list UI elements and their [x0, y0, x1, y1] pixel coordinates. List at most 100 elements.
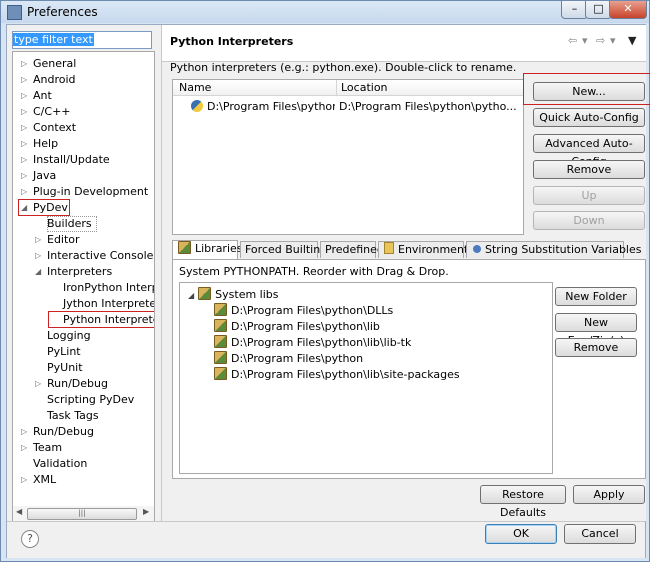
maximize-icon[interactable]: □ [585, 1, 612, 19]
tab-string-substitution[interactable]: String Substitution Variables [466, 241, 641, 258]
expand-icon[interactable]: ▷ [21, 56, 27, 72]
pydev-highlight [18, 199, 70, 216]
library-path-item[interactable]: D:\Program Files\python [214, 351, 363, 367]
tree-item-label: Android [33, 73, 76, 86]
expand-icon[interactable]: ▷ [35, 248, 41, 264]
expand-icon[interactable]: ▷ [21, 440, 27, 456]
forward-icon[interactable]: ⇨ [596, 34, 605, 47]
library-path-label: D:\Program Files\python\DLLs [231, 304, 394, 317]
jar-icon [214, 335, 227, 348]
app-icon [7, 5, 22, 20]
expand-icon[interactable]: ▷ [21, 120, 27, 136]
dialog-footer: ? OK Cancel [7, 521, 645, 558]
new-egg-zip-button[interactable]: New Egg/Zip(s) [555, 313, 637, 347]
tree-item-label: PyLint [47, 345, 81, 358]
tree-item-label: XML [33, 473, 57, 486]
window-title: Preferences [27, 5, 98, 19]
python-interpreter-highlight [48, 311, 154, 328]
up-button[interactable]: Up [533, 186, 645, 205]
expand-icon[interactable]: ▷ [21, 72, 27, 88]
tree-item-label: Interpreters [47, 265, 113, 278]
remove-library-button[interactable]: Remove [555, 338, 637, 357]
expand-icon[interactable]: ▷ [21, 88, 27, 104]
expand-icon[interactable]: ▷ [21, 168, 27, 184]
selected-item-focus [47, 216, 97, 232]
tab-predefined[interactable]: Predefined [320, 241, 384, 258]
filter-input-text: type filter text [13, 33, 94, 46]
library-path-label: D:\Program Files\python\lib\site-package… [231, 368, 460, 381]
expand-icon[interactable]: ▷ [35, 376, 41, 392]
tab-environment[interactable]: Environment [378, 241, 468, 258]
libraries-icon [178, 241, 191, 254]
menu-icon[interactable]: ▼ [628, 34, 636, 47]
jar-icon [214, 319, 227, 332]
expand-icon[interactable]: ▷ [21, 184, 27, 200]
tree-item-label: Context [33, 121, 77, 134]
tree-item-label: Scripting PyDev [47, 393, 135, 406]
tree-horizontal-scrollbar[interactable]: ◀ ||| ▶ [12, 506, 155, 522]
tree-item-label: Interactive Console [47, 249, 154, 262]
environment-icon [384, 242, 394, 254]
library-path-item[interactable]: D:\Program Files\python\lib [214, 319, 380, 335]
tab-label: Environment [398, 243, 469, 256]
library-path-item[interactable]: D:\Program Files\python\lib\lib-tk [214, 335, 411, 351]
down-button[interactable]: Down [533, 211, 645, 230]
expand-icon[interactable]: ▷ [21, 136, 27, 152]
expand-icon[interactable]: ▷ [21, 472, 27, 488]
apply-button[interactable]: Apply [573, 485, 645, 504]
system-libs-label: System libs [215, 288, 279, 301]
quick-auto-config-button[interactable]: Quick Auto-Config [533, 108, 645, 127]
restore-defaults-button[interactable]: Restore Defaults [480, 485, 566, 519]
back-dropdown-icon[interactable]: ▾ [582, 34, 588, 47]
ok-button[interactable]: OK [485, 524, 557, 544]
new-folder-button[interactable]: New Folder [555, 287, 637, 306]
interpreter-name: D:\Program Files\python\p [207, 100, 335, 113]
tree-item-label: Team [33, 441, 63, 454]
scroll-right-icon[interactable]: ▶ [143, 507, 149, 516]
tree-item-label: IronPython Interp [63, 281, 155, 294]
library-path-item[interactable]: D:\Program Files\python\lib\site-package… [214, 367, 460, 383]
tree-item-label: C/C++ [33, 105, 71, 118]
library-path-label: D:\Program Files\python\lib\lib-tk [231, 336, 412, 349]
preference-tree[interactable]: ▷ General ▷ Android ▷ Ant ▷ C/C++ ▷ Context ▷ Help ▷… [12, 51, 155, 508]
scroll-thumb[interactable]: ||| [27, 508, 137, 520]
close-icon[interactable]: ✕ [609, 1, 647, 19]
libs-icon [198, 287, 212, 300]
page-header: Python Interpreters ⇦ ▾ ⇨ ▾ ▼ [162, 25, 646, 62]
system-libs-node[interactable]: ◢ System libs [188, 287, 279, 303]
collapse-icon[interactable]: ◢ [188, 291, 194, 300]
page-description: Python interpreters (e.g.: python.exe). … [170, 61, 517, 74]
minimize-icon[interactable]: – [561, 1, 588, 19]
collapse-icon[interactable]: ◢ [35, 264, 41, 280]
column-header-location[interactable]: Location [341, 81, 388, 94]
library-path-label: D:\Program Files\python\lib [231, 320, 380, 333]
filter-input[interactable]: type filter text [12, 31, 152, 49]
interpreters-table[interactable]: Name Location D:\Program Files\python\p … [172, 79, 524, 235]
cancel-button[interactable]: Cancel [564, 524, 636, 544]
forward-dropdown-icon[interactable]: ▾ [610, 34, 616, 47]
tree-item-label: General [33, 57, 77, 70]
back-icon[interactable]: ⇦ [568, 34, 577, 47]
tree-item-label: Run/Debug [47, 377, 108, 390]
tree-item-label: Install/Update [33, 153, 110, 166]
expand-icon[interactable]: ▷ [21, 104, 27, 120]
tab-forced-builtins[interactable]: Forced Builtins [240, 241, 326, 258]
scroll-left-icon[interactable]: ◀ [16, 507, 22, 516]
system-libs-tree[interactable]: ◢ System libs D:\Program Files\python\DLL… [179, 282, 553, 474]
tab-libraries[interactable]: Libraries [172, 240, 243, 260]
column-divider[interactable] [336, 80, 337, 95]
library-path-item[interactable]: D:\Program Files\python\DLLs [214, 303, 393, 319]
dialog-body: type filter text ▷ General ▷ Android ▷ Ant ▷ C/… [6, 24, 650, 558]
advanced-auto-config-button[interactable]: Advanced Auto-Config [533, 134, 645, 168]
right-panel: Python Interpreters ⇦ ▾ ⇨ ▾ ▼ Python int… [161, 25, 650, 521]
remove-interpreter-button[interactable]: Remove [533, 160, 645, 179]
libraries-panel: System PYTHONPATH. Reorder with Drag & D… [172, 259, 646, 479]
title-bar: Preferences – □ ✕ [1, 1, 649, 23]
expand-icon[interactable]: ▷ [35, 232, 41, 248]
expand-icon[interactable]: ▷ [21, 152, 27, 168]
help-icon[interactable]: ? [21, 530, 39, 548]
column-header-name[interactable]: Name [179, 81, 211, 94]
tree-item-label: Jython Interpreter [63, 297, 155, 310]
interpreter-name-cell: D:\Program Files\python\p [191, 100, 335, 113]
expand-icon[interactable]: ▷ [21, 424, 27, 440]
